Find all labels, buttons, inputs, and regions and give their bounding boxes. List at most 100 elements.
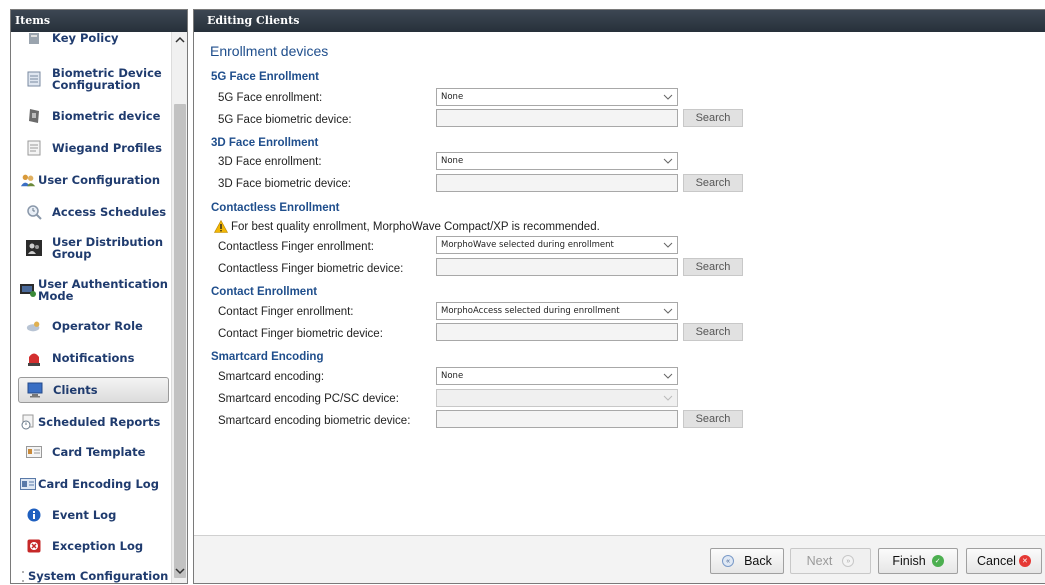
sidebar-item-label: Card Template [52, 445, 146, 459]
label-smartcard-device: Smartcard encoding biometric device: [218, 415, 411, 427]
sidebar-item-user-distribution-group[interactable]: User Distribution Group [18, 228, 169, 268]
back-button-label: Back [744, 554, 772, 568]
document-icon [26, 71, 42, 87]
biometric-device-icon [26, 108, 42, 124]
cancel-button-label: Cancel [977, 554, 1016, 568]
sidebar-item-label: Key Policy [52, 32, 119, 45]
next-button[interactable]: Next » [790, 548, 871, 574]
select-value: MorphoWave selected during enrollment [441, 240, 614, 250]
sidebar-item-biometric-device-configuration[interactable]: Biometric Device Configuration [18, 60, 169, 98]
scroll-down-icon[interactable] [172, 565, 187, 581]
contactless-search-button[interactable]: Search [683, 258, 743, 276]
wizard-footer: « Back Next » Finish ✓ Cancel ✕ [194, 535, 1045, 583]
scroll-up-icon[interactable] [172, 34, 187, 50]
exception-icon [26, 538, 42, 554]
label-3d-face-device: 3D Face biometric device: [218, 178, 351, 190]
sidebar-item-user-authentication-mode[interactable]: User Authentication Mode [18, 270, 169, 310]
sidebar-item-key-policy[interactable]: Key Policy [18, 32, 169, 52]
sidebar-item-label: Operator Role [52, 319, 143, 333]
sidebar-item-label: User Distribution Group [52, 235, 164, 261]
cancel-button[interactable]: Cancel ✕ [966, 548, 1042, 574]
sidebar-item-label: Event Log [52, 508, 117, 522]
chevron-down-icon [663, 242, 673, 248]
users-icon [20, 172, 36, 188]
sidebar-item-event-log[interactable]: Event Log [18, 501, 169, 529]
contact-search-button[interactable]: Search [683, 323, 743, 341]
label-smartcard-pcsc: Smartcard encoding PC/SC device: [218, 393, 399, 405]
chevron-down-icon [663, 395, 673, 401]
label-contactless-device: Contactless Finger biometric device: [218, 263, 404, 275]
sidebar-item-card-encoding-log[interactable]: Card Encoding Log [18, 470, 169, 498]
user-group-icon [26, 240, 42, 256]
sidebar-item-label: Biometric device [52, 109, 161, 123]
items-list: Key Policy Biometric Device Configuratio… [11, 32, 171, 583]
select-value: None [441, 371, 464, 381]
items-panel-title: Items [11, 10, 187, 32]
card-template-icon [26, 444, 42, 460]
chevron-down-icon [663, 373, 673, 379]
sidebar-item-exception-log[interactable]: Exception Log [18, 532, 169, 560]
3d-face-enrollment-select[interactable]: None [436, 152, 678, 170]
back-button[interactable]: « Back [710, 548, 784, 574]
sidebar-item-biometric-device[interactable]: Biometric device [18, 102, 169, 130]
5g-face-search-button[interactable]: Search [683, 109, 743, 127]
smartcard-pcsc-select[interactable] [436, 389, 678, 407]
3d-face-device-field[interactable] [436, 174, 678, 192]
sidebar-item-label: User Authentication Mode [38, 277, 168, 303]
scheduled-report-icon [20, 414, 36, 430]
sidebar-item-label: Clients [53, 383, 98, 397]
section-title: Enrollment devices [210, 43, 329, 59]
system-config-icon [20, 568, 26, 583]
check-icon: ✓ [931, 555, 944, 567]
label-smartcard-encoding: Smartcard encoding: [218, 371, 325, 383]
sidebar-item-scheduled-reports[interactable]: Scheduled Reports [18, 408, 169, 436]
monitor-icon [27, 382, 43, 398]
label-5g-face-device: 5G Face biometric device: [218, 114, 352, 126]
back-arrow-icon: « [722, 555, 735, 567]
sidebar-item-label: User Configuration [38, 173, 161, 187]
scrollbar-thumb[interactable] [174, 104, 186, 578]
select-value: None [441, 92, 464, 102]
5g-face-device-field[interactable] [436, 109, 678, 127]
sidebar-item-user-configuration[interactable]: User Configuration [18, 166, 169, 194]
label-contact-enrollment: Contact Finger enrollment: [218, 306, 354, 318]
label-5g-face-enrollment: 5G Face enrollment: [218, 92, 323, 104]
chevron-down-icon [663, 308, 673, 314]
finish-button[interactable]: Finish ✓ [878, 548, 958, 574]
close-icon: ✕ [1018, 555, 1031, 567]
sidebar-item-operator-role[interactable]: Operator Role [18, 312, 169, 340]
user-auth-icon [20, 282, 36, 298]
label-contactless-enrollment: Contactless Finger enrollment: [218, 241, 374, 253]
group-title-contact: Contact Enrollment [211, 286, 318, 298]
items-panel: Items Key Policy Biometric Device Config… [10, 9, 188, 584]
contact-enrollment-select[interactable]: MorphoAccess selected during enrollment [436, 302, 678, 320]
3d-face-search-button[interactable]: Search [683, 174, 743, 192]
editing-clients-panel: Editing Clients Enrollment devices 5G Fa… [193, 9, 1045, 584]
sidebar-item-label: Exception Log [52, 539, 144, 553]
sidebar-item-system-configuration[interactable]: System Configuration [18, 562, 169, 583]
smartcard-device-field[interactable] [436, 410, 678, 428]
smartcard-encoding-select[interactable]: None [436, 367, 678, 385]
sidebar-item-label: Wiegand Profiles [52, 141, 162, 155]
sidebar-item-label: Notifications [52, 351, 135, 365]
sidebar-item-card-template[interactable]: Card Template [18, 438, 169, 466]
key-policy-icon [26, 32, 42, 46]
items-scrollbar[interactable] [171, 32, 187, 583]
group-title-5g-face: 5G Face Enrollment [211, 71, 320, 83]
sidebar-item-access-schedules[interactable]: Access Schedules [18, 198, 169, 226]
chevron-down-icon [663, 94, 673, 100]
5g-face-enrollment-select[interactable]: None [436, 88, 678, 106]
list-document-icon [26, 140, 42, 156]
contactless-device-field[interactable] [436, 258, 678, 276]
sidebar-item-notifications[interactable]: Notifications [18, 344, 169, 372]
next-button-label: Next [806, 554, 833, 568]
sidebar-item-label: Scheduled Reports [38, 415, 161, 429]
sidebar-item-clients[interactable]: Clients [18, 377, 169, 403]
contact-device-field[interactable] [436, 323, 678, 341]
sidebar-item-wiegand-profiles[interactable]: Wiegand Profiles [18, 134, 169, 162]
smartcard-search-button[interactable]: Search [683, 410, 743, 428]
operator-role-icon [26, 318, 42, 334]
panel-title: Editing Clients [194, 10, 1045, 32]
finish-button-label: Finish [892, 554, 926, 568]
contactless-enrollment-select[interactable]: MorphoWave selected during enrollment [436, 236, 678, 254]
